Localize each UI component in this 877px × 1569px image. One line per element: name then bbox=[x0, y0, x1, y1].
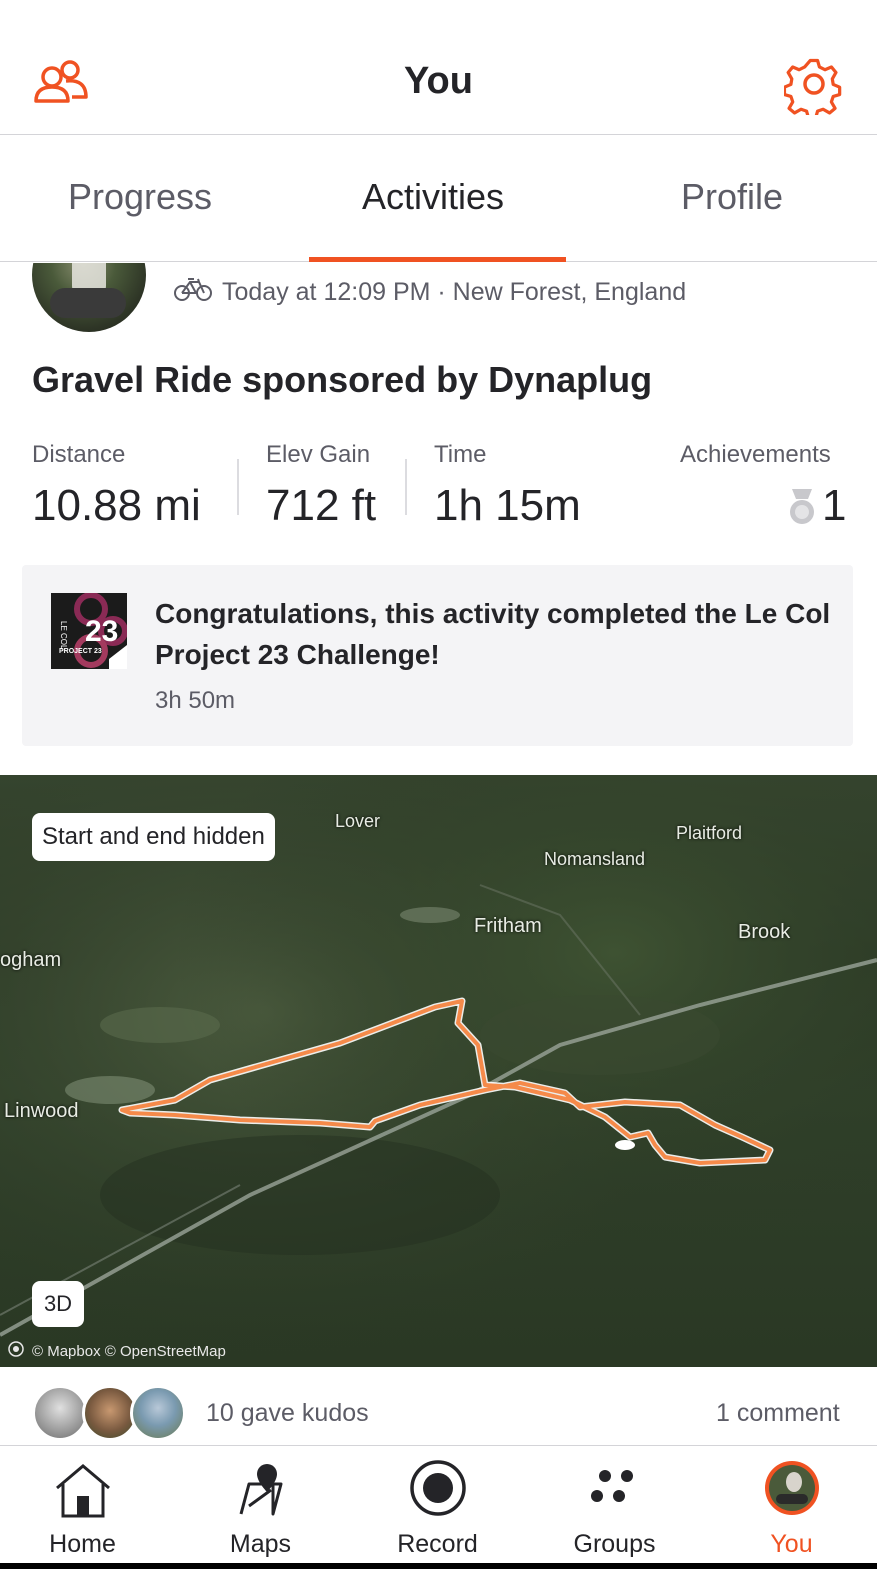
activity-title[interactable]: Gravel Ride sponsored by Dynaplug bbox=[32, 359, 652, 401]
medal-icon bbox=[786, 487, 818, 527]
elev-gain-label: Elev Gain bbox=[266, 441, 371, 468]
activity-feed[interactable]: Today at 12:09 PM · New Forest, England … bbox=[0, 263, 877, 1445]
home-indicator bbox=[0, 1563, 877, 1569]
gear-icon[interactable] bbox=[782, 55, 844, 120]
3d-button[interactable]: 3D bbox=[32, 1281, 84, 1327]
record-icon bbox=[406, 1458, 470, 1522]
challenge-text: Congratulations, this activity completed… bbox=[155, 598, 831, 670]
attribution-text: © Mapbox © OpenStreetMap bbox=[32, 1342, 226, 1360]
nav-record[interactable]: Record bbox=[350, 1446, 525, 1569]
bottom-nav: Home Maps Record Groups You bbox=[0, 1445, 877, 1569]
stat-divider bbox=[405, 459, 407, 515]
map-terrain bbox=[0, 775, 877, 1367]
avatar-icon bbox=[760, 1458, 824, 1522]
nav-maps[interactable]: Maps bbox=[173, 1446, 348, 1569]
map-place-label: Plaitford bbox=[676, 823, 743, 843]
map-place-label: Fritham bbox=[474, 915, 542, 937]
home-icon bbox=[51, 1458, 115, 1522]
map-icon bbox=[229, 1458, 293, 1522]
groups-icon bbox=[583, 1458, 647, 1522]
page-title: You bbox=[404, 60, 473, 102]
map-place-label: Lover bbox=[335, 811, 381, 831]
challenge-badge: PROJECT 23 LE COL 23 bbox=[51, 592, 128, 669]
nav-home-label: Home bbox=[49, 1530, 116, 1558]
nav-record-label: Record bbox=[397, 1530, 478, 1558]
time-value: 1h 15m bbox=[434, 481, 581, 530]
tab-profile[interactable]: Profile bbox=[681, 176, 783, 218]
kudos-row[interactable]: 10 gave kudos 1 comment bbox=[0, 1367, 877, 1445]
badge-big-number: 23 bbox=[85, 615, 118, 648]
tab-activities[interactable]: Activities bbox=[362, 176, 504, 218]
badge-brand: LE COL bbox=[59, 621, 68, 650]
distance-value: 10.88 mi bbox=[32, 481, 201, 530]
distance-label: Distance bbox=[32, 441, 126, 468]
map-place-label: Linwood bbox=[4, 1100, 79, 1122]
nav-groups-label: Groups bbox=[573, 1530, 656, 1558]
nav-groups[interactable]: Groups bbox=[527, 1446, 702, 1569]
comment-count[interactable]: 1 comment bbox=[716, 1399, 840, 1428]
map-place-label: Nomansland bbox=[544, 849, 646, 869]
time-label: Time bbox=[434, 441, 487, 468]
route-map[interactable]: Lover Plaitford Nomansland Fritham Brook… bbox=[0, 775, 877, 1367]
challenge-time: 3h 50m bbox=[155, 687, 236, 714]
map-place-label: ogham bbox=[0, 949, 62, 971]
kudos-avatar bbox=[130, 1385, 186, 1441]
active-tab-indicator bbox=[309, 257, 566, 262]
map-place-label: Brook bbox=[738, 921, 791, 943]
elev-gain-value: 712 ft bbox=[266, 481, 377, 530]
nav-you-label: You bbox=[770, 1530, 813, 1558]
athlete-avatar[interactable] bbox=[32, 263, 146, 332]
top-header: You bbox=[0, 0, 877, 135]
activity-meta: Today at 12:09 PM · New Forest, England bbox=[174, 275, 686, 310]
kudos-avatar bbox=[32, 1385, 88, 1441]
bike-icon bbox=[174, 275, 212, 310]
map-attribution[interactable]: © Mapbox © OpenStreetMap bbox=[8, 1341, 226, 1361]
nav-maps-label: Maps bbox=[229, 1530, 292, 1558]
tab-bar-top: Progress Activities Profile bbox=[0, 136, 877, 262]
mapbox-logo-icon bbox=[8, 1341, 24, 1361]
start-end-hidden-label: Start and end hidden bbox=[32, 813, 275, 861]
nav-home[interactable]: Home bbox=[0, 1446, 170, 1569]
tab-progress[interactable]: Progress bbox=[68, 176, 212, 218]
stat-divider bbox=[237, 459, 239, 515]
achievements-label: Achievements bbox=[680, 441, 831, 468]
challenge-card[interactable]: PROJECT 23 LE COL 23 Congratulations, th… bbox=[22, 565, 853, 746]
kudos-count[interactable]: 10 gave kudos bbox=[206, 1399, 369, 1428]
activity-meta-text: Today at 12:09 PM · New Forest, England bbox=[222, 278, 687, 306]
nav-you[interactable]: You bbox=[704, 1446, 877, 1569]
achievements-value: 1 bbox=[822, 481, 847, 530]
